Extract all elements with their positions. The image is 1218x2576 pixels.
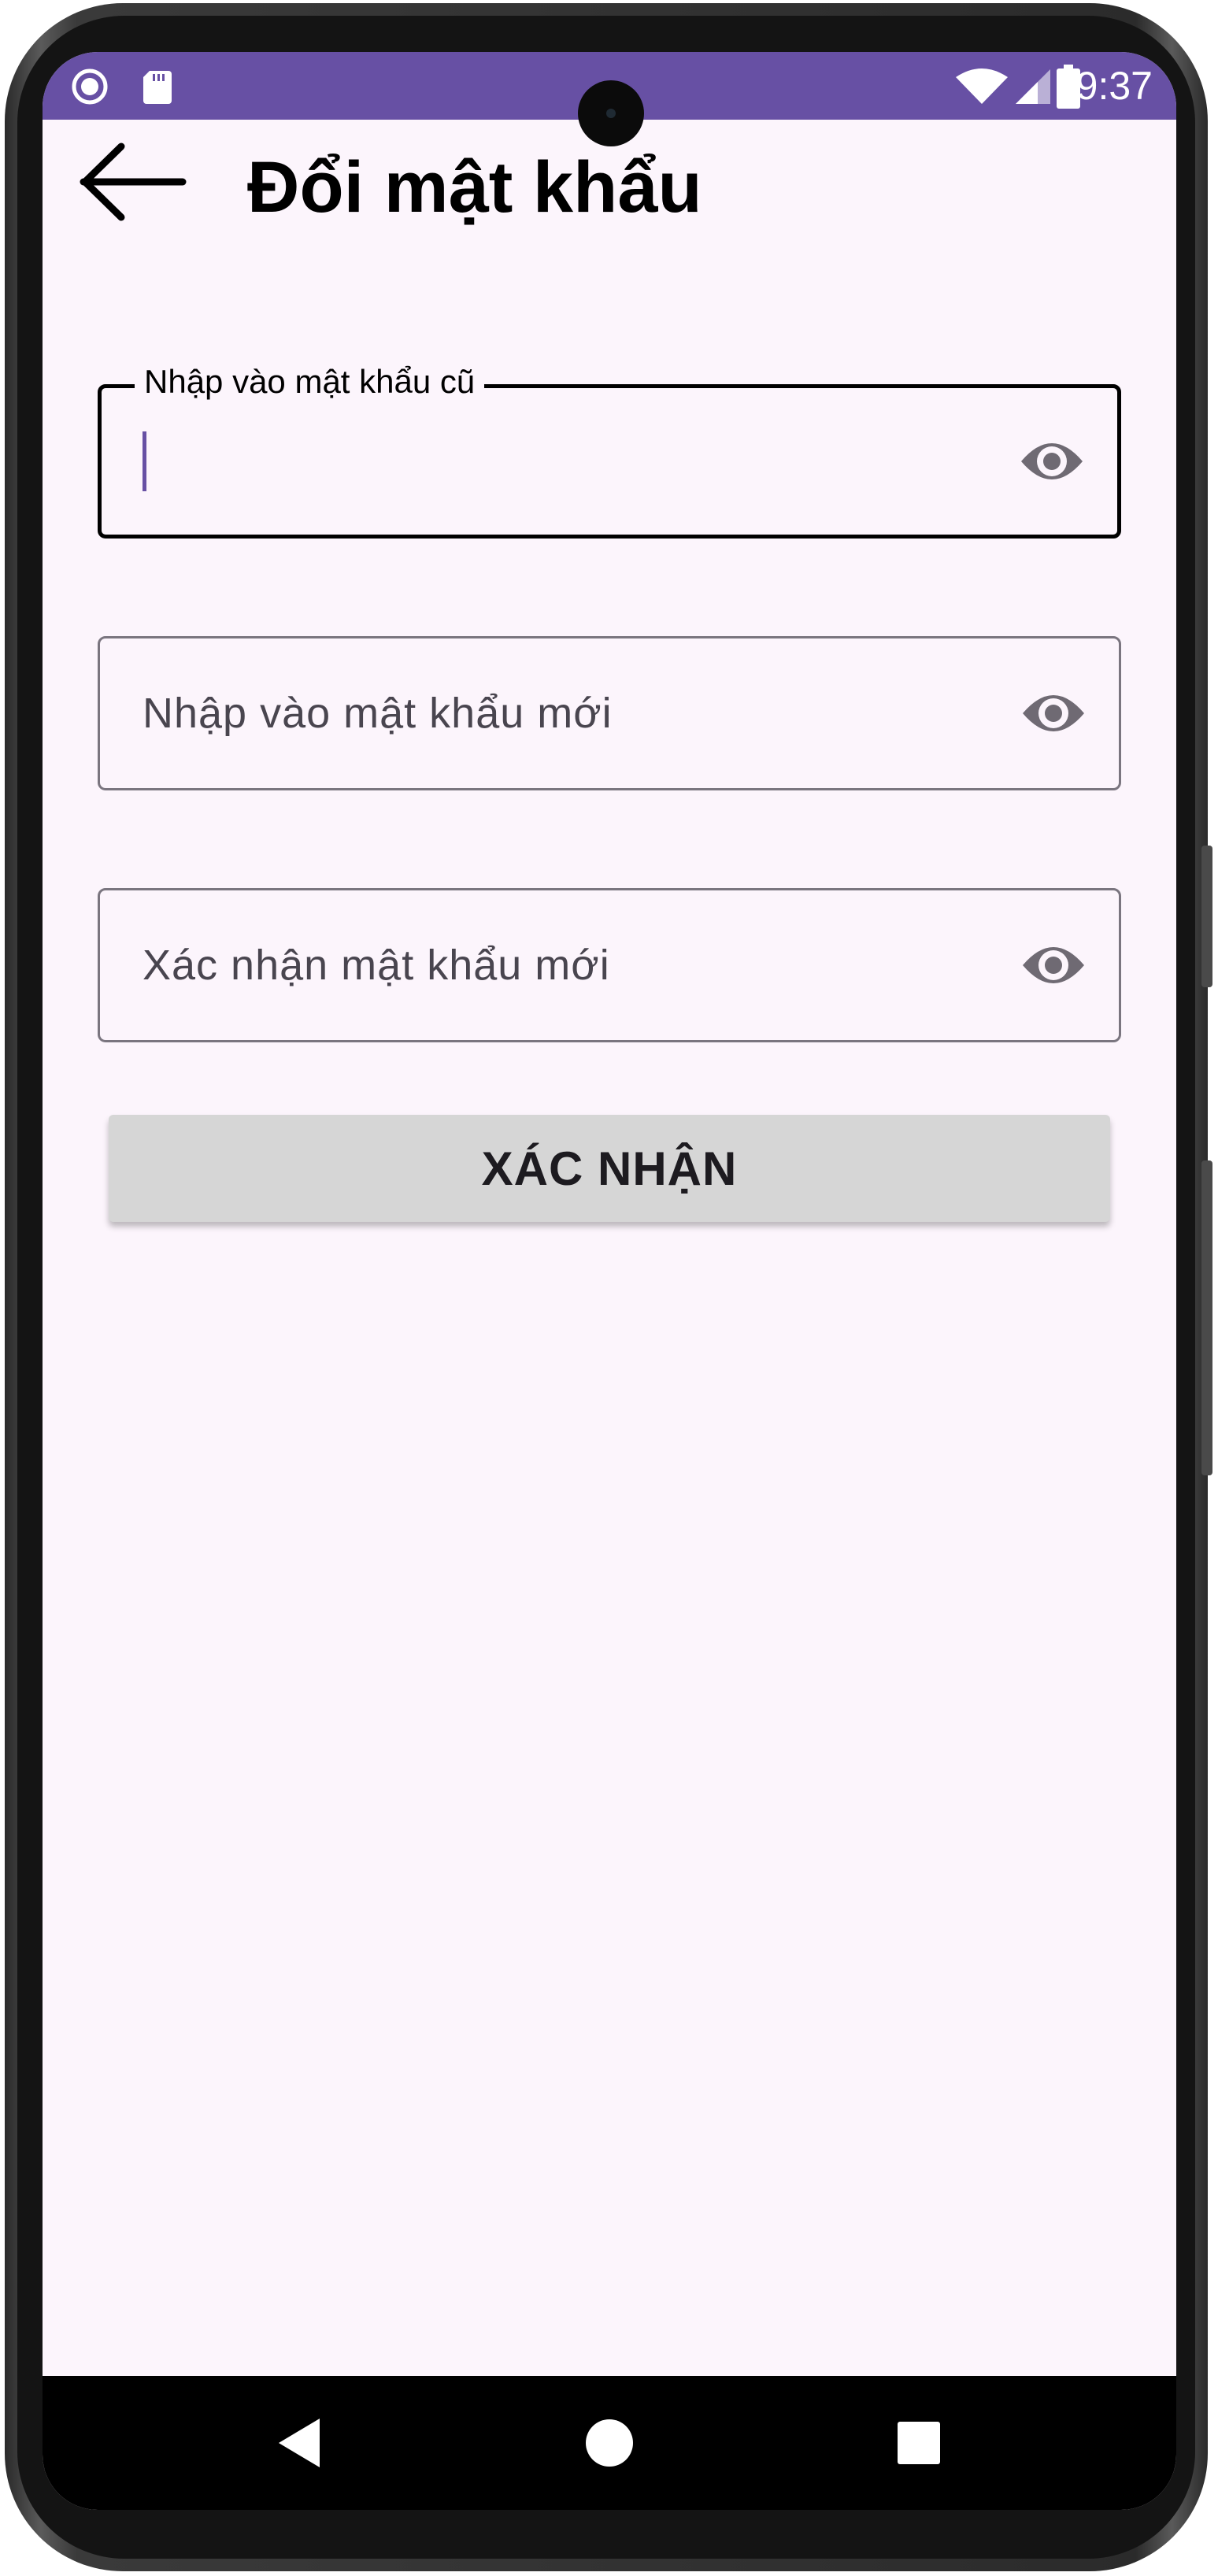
eye-icon[interactable] xyxy=(1018,430,1086,493)
power-button xyxy=(1201,1160,1212,1475)
screen: 9:37 Đổi mật khẩu Nhập vào mật khẩu cũ N… xyxy=(43,52,1176,2510)
new-password-placeholder: Nhập vào mật khẩu mới xyxy=(143,690,613,737)
phone-frame: 9:37 Đổi mật khẩu Nhập vào mật khẩu cũ N… xyxy=(5,3,1212,2571)
eye-icon[interactable] xyxy=(1020,934,1087,997)
old-password-field[interactable]: Nhập vào mật khẩu cũ xyxy=(98,363,1121,539)
record-icon xyxy=(72,68,108,105)
home-circle-icon[interactable] xyxy=(574,2408,645,2478)
confirm-button[interactable]: XÁC NHẬN xyxy=(109,1115,1110,1222)
back-triangle-icon[interactable] xyxy=(265,2408,335,2478)
wifi-icon xyxy=(956,68,1008,104)
text-caret xyxy=(143,431,146,491)
new-password-field[interactable]: Nhập vào mật khẩu mới xyxy=(98,636,1121,790)
sd-card-icon xyxy=(143,71,172,104)
front-camera xyxy=(578,80,644,146)
confirm-password-field[interactable]: Xác nhận mật khẩu mới xyxy=(98,888,1121,1042)
signal-icon xyxy=(1016,69,1050,104)
volume-button xyxy=(1201,846,1212,987)
page-title: Đổi mật khẩu xyxy=(247,147,702,228)
status-time: 9:37 xyxy=(1075,64,1153,108)
old-password-label: Nhập vào mật khẩu cũ xyxy=(135,363,485,401)
navigation-bar xyxy=(43,2376,1176,2510)
recents-square-icon[interactable] xyxy=(883,2408,954,2478)
arrow-back-icon[interactable] xyxy=(74,139,192,225)
confirm-password-placeholder: Xác nhận mật khẩu mới xyxy=(143,942,610,989)
eye-icon[interactable] xyxy=(1020,682,1087,745)
